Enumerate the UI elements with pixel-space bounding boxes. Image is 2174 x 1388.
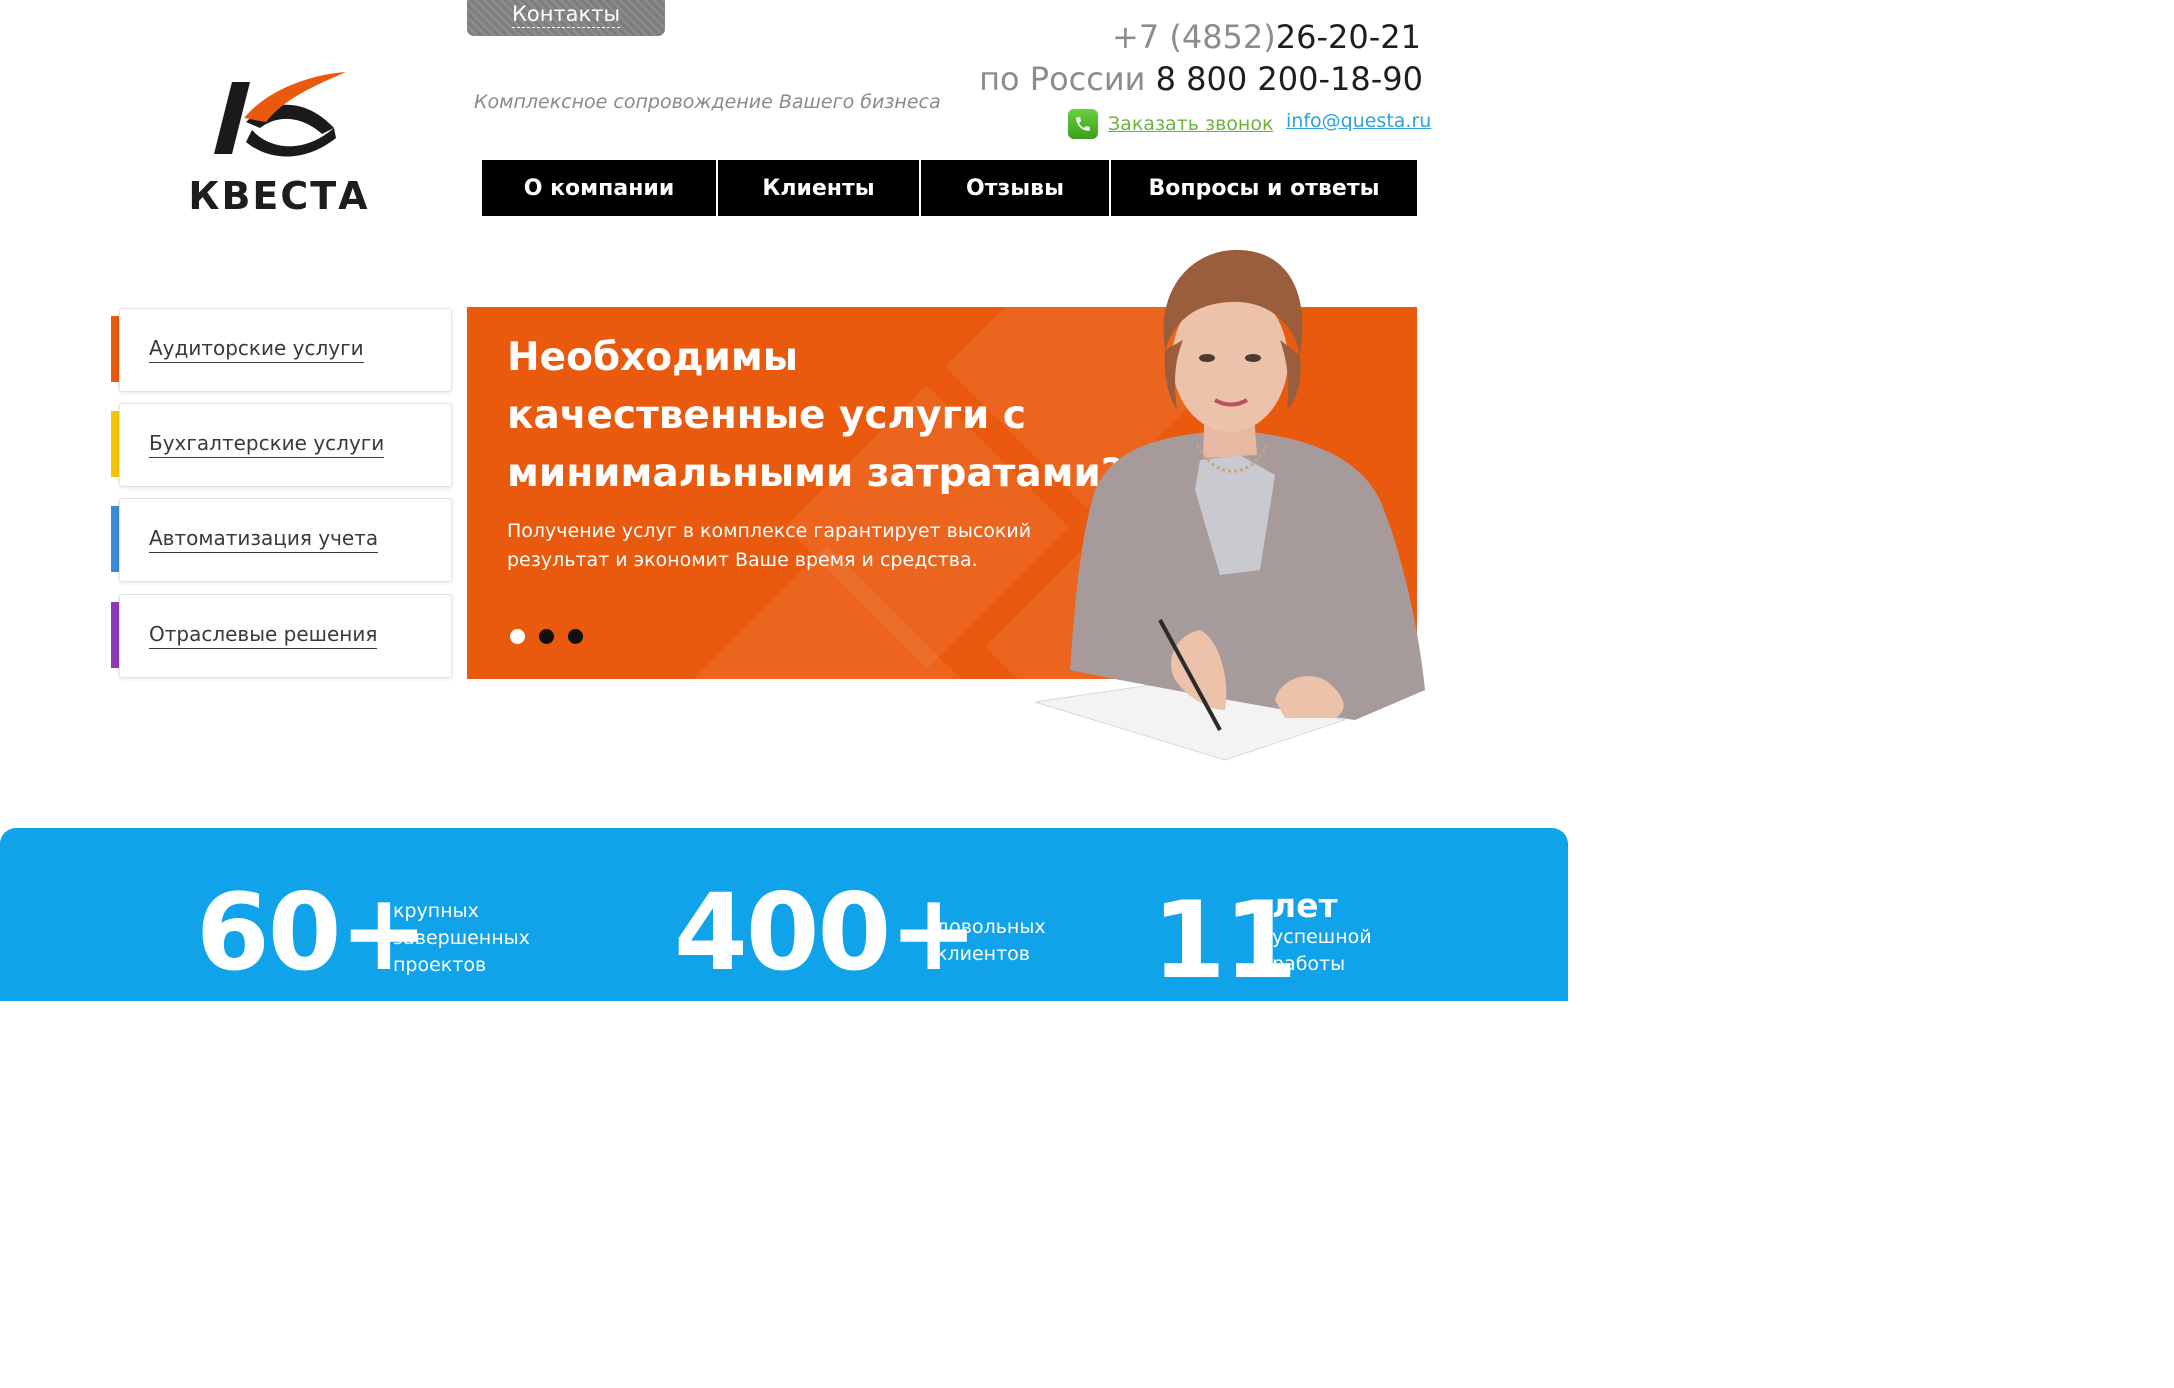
phone-local-code: +7 (4852) — [1112, 18, 1276, 56]
woman-photo — [1034, 249, 1425, 761]
page: Контакты КВЕСТА Комплексное сопровождени… — [0, 0, 1568, 1001]
service-item-audit[interactable]: Аудиторские услуги — [111, 308, 453, 394]
phone-russia-number: 8 800 200-18-90 — [1155, 60, 1423, 98]
service-color-bar — [111, 316, 119, 382]
nav-item-reviews[interactable]: Отзывы — [921, 160, 1109, 216]
service-color-bar — [111, 602, 119, 668]
service-item-automation[interactable]: Автоматизация учета — [111, 498, 453, 584]
contacts-tab-label[interactable]: Контакты — [511, 0, 621, 28]
phone-russia-prefix: по России — [979, 60, 1146, 98]
service-item-industry[interactable]: Отраслевые решения — [111, 594, 453, 680]
contacts-tab[interactable]: Контакты — [467, 0, 665, 36]
logo-text: КВЕСТА — [188, 174, 370, 218]
slider-dot-3[interactable] — [568, 629, 583, 644]
stat-text-line: лет — [1272, 886, 1338, 925]
service-card[interactable]: Аудиторские услуги — [119, 308, 452, 392]
stat-text-line: довольных — [936, 916, 1046, 938]
email-link[interactable]: info@questa.ru — [1286, 110, 1431, 132]
logo[interactable]: КВЕСТА — [174, 70, 384, 220]
service-label[interactable]: Аудиторские услуги — [149, 336, 364, 363]
service-card[interactable]: Бухгалтерские услуги — [119, 403, 452, 487]
slider-dot-1[interactable] — [510, 629, 525, 644]
phone-icon — [1068, 109, 1098, 139]
stats-band: 60+ крупных завершенных проектов 400+ до… — [0, 828, 1568, 1001]
stat-text: довольных клиентов — [936, 914, 1046, 968]
service-item-accounting[interactable]: Бухгалтерские услуги — [111, 403, 453, 489]
logo-mark-icon — [214, 72, 346, 157]
service-label[interactable]: Отраслевые решения — [149, 622, 378, 649]
stat-text: крупных завершенных проектов — [393, 898, 530, 979]
phone-local-number: 26-20-21 — [1275, 18, 1421, 56]
stat-text-line: проектов — [393, 954, 487, 976]
nav-item-clients[interactable]: Клиенты — [718, 160, 919, 216]
stat-number: 400+ — [674, 871, 978, 994]
service-card[interactable]: Автоматизация учета — [119, 498, 452, 582]
main-nav: О компании Клиенты Отзывы Вопросы и отве… — [482, 160, 1417, 216]
stat-number: 60+ — [196, 871, 428, 994]
stat-text-line: клиентов — [936, 943, 1030, 965]
phone-russia[interactable]: по России 8 800 200-18-90 — [979, 60, 1423, 98]
service-color-bar — [111, 411, 119, 477]
stat-text-line: крупных — [393, 900, 479, 922]
stat-text-line: завершенных — [393, 927, 530, 949]
stat-text: лет успешной работы — [1272, 888, 1372, 978]
service-label[interactable]: Автоматизация учета — [149, 526, 379, 553]
callback-request[interactable]: Заказать звонок — [1068, 108, 1273, 140]
tagline: Комплексное сопровождение Вашего бизнеса — [474, 91, 941, 113]
nav-item-faq[interactable]: Вопросы и ответы — [1111, 160, 1417, 216]
slider-dots — [510, 629, 583, 644]
banner-subtitle: Получение услуг в комплексе гарантирует … — [507, 520, 1032, 571]
stat-text-line: успешной — [1272, 926, 1372, 948]
service-color-bar — [111, 506, 119, 572]
callback-link[interactable]: Заказать звонок — [1108, 113, 1273, 135]
service-card[interactable]: Отраслевые решения — [119, 594, 452, 678]
service-label[interactable]: Бухгалтерские услуги — [149, 431, 385, 458]
stat-text-line: работы — [1272, 953, 1346, 975]
nav-item-about[interactable]: О компании — [482, 160, 716, 216]
slider-dot-2[interactable] — [539, 629, 554, 644]
phone-local[interactable]: +7 (4852)26-20-21 — [1112, 18, 1421, 56]
